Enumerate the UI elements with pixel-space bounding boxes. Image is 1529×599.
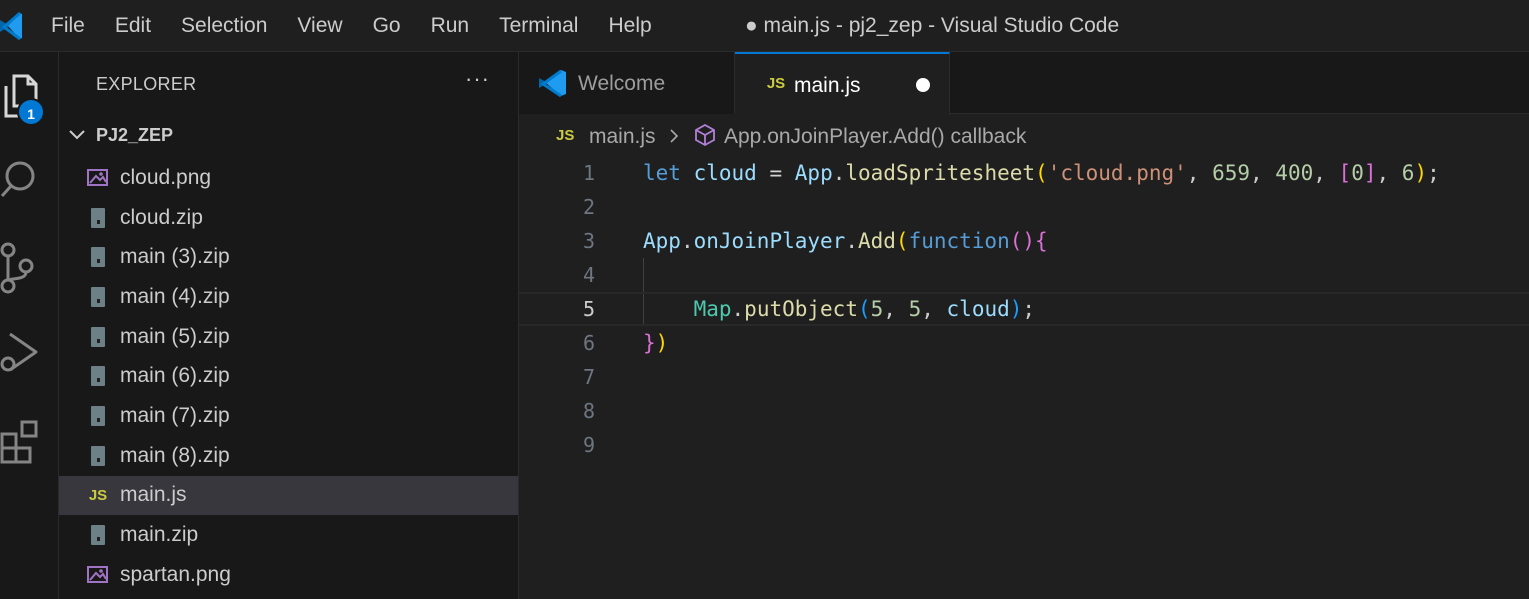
menu-help[interactable]: Help [593, 0, 666, 52]
line-number: 2 [582, 195, 595, 219]
vscode-logo-icon [0, 11, 22, 41]
file-item[interactable]: main (5).zip [59, 317, 518, 357]
code-text: let cloud = App.loadSpritesheet('cloud.p… [643, 161, 1440, 185]
code-line[interactable]: 1 let cloud = App.loadSpritesheet('cloud… [519, 156, 1529, 190]
line-number: 3 [582, 229, 595, 253]
menu-run[interactable]: Run [416, 0, 485, 52]
file-item[interactable]: main (6).zip [59, 356, 518, 396]
zip-file-icon [87, 287, 109, 308]
activity-bar: 1 [0, 52, 59, 599]
line-number: 9 [582, 433, 595, 457]
file-tree: cloud.png cloud.zip main (3).zip main (4).z… [59, 158, 518, 595]
file-item[interactable]: main (3).zip [59, 237, 518, 277]
line-number: 6 [582, 331, 595, 355]
menu-selection[interactable]: Selection [166, 0, 282, 52]
tab-label: main.js [794, 74, 861, 97]
source-control-icon[interactable] [0, 240, 50, 296]
code-line[interactable]: 6 }) [519, 326, 1529, 360]
line-number: 4 [582, 263, 595, 287]
file-name: cloud.png [120, 165, 212, 189]
extensions-icon[interactable] [0, 414, 50, 470]
menu-edit[interactable]: Edit [100, 0, 166, 52]
file-name: main (4).zip [120, 284, 230, 308]
vscode-logo-icon [539, 69, 566, 98]
code-line[interactable]: 2 [519, 190, 1529, 224]
menu-terminal[interactable]: Terminal [484, 0, 593, 52]
image-file-icon [87, 565, 109, 585]
zip-file-icon [87, 366, 109, 387]
tab-welcome[interactable]: Welcome [519, 52, 735, 114]
line-number: 5 [582, 297, 595, 321]
file-name: main.js [120, 483, 187, 507]
code-text: Map.putObject(5, 5, cloud); [693, 297, 1036, 321]
folder-header[interactable]: PJ2_ZEP [59, 116, 518, 154]
chevron-down-icon [69, 130, 85, 140]
code-line[interactable]: 9 [519, 428, 1529, 462]
line-number: 8 [582, 399, 595, 423]
breadcrumb: JS main.js App.onJoinPlayer.Add() callba… [519, 115, 1529, 157]
file-name: main (6).zip [120, 364, 230, 388]
more-actions-button[interactable]: ··· [465, 66, 490, 92]
js-file-icon: JS [766, 74, 786, 92]
explorer-sidebar: EXPLORER ··· PJ2_ZEP cloud.png cloud.zip m… [59, 52, 519, 599]
unsaved-dot-icon[interactable] [916, 78, 930, 92]
code-editor[interactable]: 1 let cloud = App.loadSpritesheet('cloud… [519, 156, 1529, 462]
file-name: main (7).zip [120, 403, 230, 427]
code-line-current[interactable]: 5 Map.putObject(5, 5, cloud); [519, 292, 1529, 326]
file-name: main (3).zip [120, 245, 230, 269]
tab-main-js[interactable]: JS main.js [735, 52, 950, 115]
title-bar: File Edit Selection View Go Run Terminal… [0, 0, 1529, 52]
zip-file-icon [87, 406, 109, 427]
zip-file-icon [87, 525, 109, 546]
file-name: main (8).zip [120, 443, 230, 467]
indent-guide [643, 258, 644, 292]
search-icon[interactable] [0, 152, 50, 208]
js-file-icon: JS [88, 487, 108, 504]
window-title: ● main.js - pj2_zep - Visual Studio Code [745, 14, 1120, 37]
file-item[interactable]: main (7).zip [59, 396, 518, 436]
file-name: main (5).zip [120, 324, 230, 348]
tab-label: Welcome [578, 72, 666, 95]
editor-area: Welcome JS main.js JS main.js App.onJoin… [519, 52, 1529, 599]
file-name: spartan.png [120, 562, 231, 586]
code-text: App.onJoinPlayer.Add(function(){ [643, 229, 1048, 253]
image-file-icon [87, 168, 109, 188]
menu-file[interactable]: File [36, 0, 100, 52]
tab-bar: Welcome JS main.js [519, 52, 1529, 115]
line-number: 1 [582, 161, 595, 185]
file-name: main.zip [120, 523, 199, 547]
file-name: cloud.zip [120, 205, 203, 229]
explorer-badge: 1 [17, 98, 45, 126]
file-item[interactable]: cloud.zip [59, 198, 518, 238]
file-item[interactable]: main (4).zip [59, 277, 518, 317]
code-line[interactable]: 7 [519, 360, 1529, 394]
line-number: 7 [582, 365, 595, 389]
file-item[interactable]: spartan.png [59, 555, 518, 595]
code-line[interactable]: 3 App.onJoinPlayer.Add(function(){ [519, 224, 1529, 258]
code-line[interactable]: 8 [519, 394, 1529, 428]
breadcrumb-file[interactable]: main.js [589, 125, 656, 149]
menu-bar: File Edit Selection View Go Run Terminal… [36, 0, 667, 52]
file-item[interactable]: main.zip [59, 515, 518, 555]
menu-go[interactable]: Go [358, 0, 416, 52]
file-item[interactable]: main (8).zip [59, 436, 518, 476]
code-text: }) [643, 331, 669, 355]
run-debug-icon[interactable] [0, 324, 50, 380]
breadcrumb-symbol[interactable]: App.onJoinPlayer.Add() callback [724, 125, 1026, 149]
zip-file-icon [87, 326, 109, 347]
zip-file-icon [87, 247, 109, 268]
chevron-right-icon [670, 129, 679, 143]
menu-view[interactable]: View [282, 0, 357, 52]
js-file-icon: JS [556, 127, 575, 144]
zip-file-icon [87, 445, 109, 466]
method-cube-icon [695, 123, 715, 147]
file-item[interactable]: cloud.png [59, 158, 518, 198]
explorer-title: EXPLORER [96, 74, 197, 94]
file-item[interactable]: JS main.js [59, 475, 518, 516]
code-line[interactable]: 4 [519, 258, 1529, 292]
zip-file-icon [87, 207, 109, 228]
folder-name: PJ2_ZEP [96, 124, 174, 145]
